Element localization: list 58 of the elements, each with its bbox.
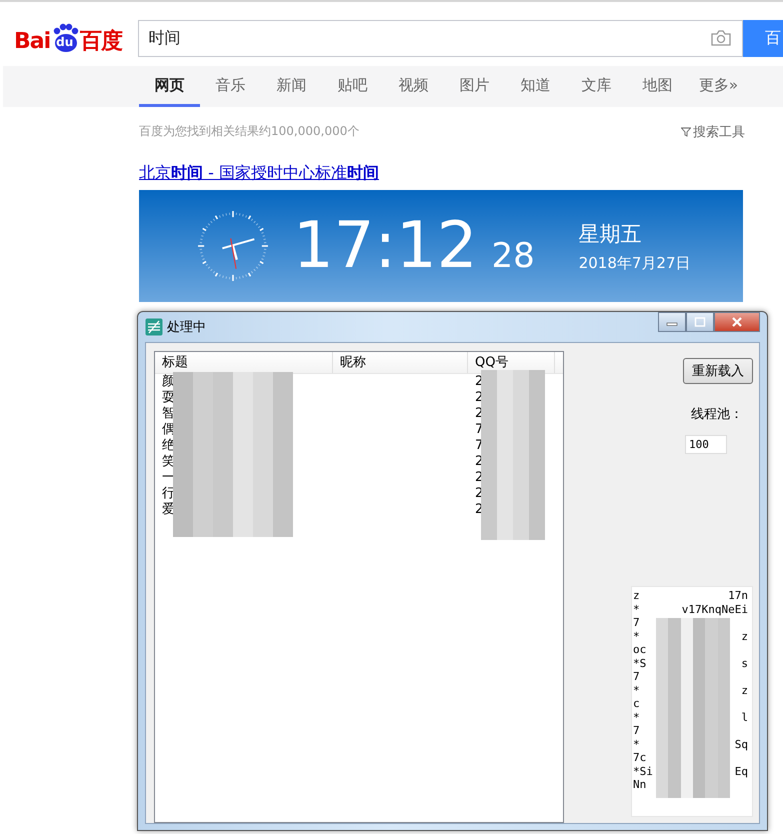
log-text: s bbox=[741, 656, 748, 670]
minimize-button[interactable] bbox=[658, 312, 686, 332]
log-text: 7 bbox=[633, 670, 640, 684]
table-cell: 爱 bbox=[162, 502, 175, 517]
log-text: v17KnqNeEi bbox=[682, 602, 748, 616]
log-text: z bbox=[741, 630, 748, 643]
window-title: 处理中 bbox=[167, 319, 206, 336]
log-text: z bbox=[633, 589, 640, 602]
log-text: 7c bbox=[633, 751, 646, 764]
log-text: z bbox=[741, 684, 748, 697]
nav-tab[interactable]: 网页 bbox=[139, 66, 200, 107]
log-text: * bbox=[633, 710, 640, 724]
nav-tab[interactable]: 地图 bbox=[627, 66, 688, 107]
clock-time: 17:12 bbox=[293, 214, 478, 278]
nav-tab[interactable]: 贴吧 bbox=[322, 66, 383, 107]
reload-button[interactable]: 重新载入 bbox=[683, 358, 753, 384]
app-icon bbox=[145, 318, 163, 336]
nav-tab[interactable]: 新闻 bbox=[261, 66, 322, 107]
log-text: c bbox=[633, 697, 640, 710]
search-field[interactable]: 时间 bbox=[138, 20, 743, 56]
date: 2018年7月27日 bbox=[578, 254, 691, 272]
nav-tab[interactable]: 音乐 bbox=[200, 66, 261, 107]
maximize-button[interactable] bbox=[686, 312, 714, 332]
log-text: *Si bbox=[633, 764, 653, 778]
weekday: 星期五 bbox=[578, 220, 643, 248]
log-text: * bbox=[633, 630, 640, 643]
log-text: 7 bbox=[633, 616, 640, 630]
nav-tab[interactable]: 知道 bbox=[505, 66, 566, 107]
nav-tab[interactable]: 视频 bbox=[383, 66, 444, 107]
table-cell: 行 bbox=[162, 486, 175, 501]
log-text: oc bbox=[633, 643, 646, 656]
result-title-link[interactable]: 北京时间 - 国家授时中心标准时间 bbox=[139, 163, 379, 184]
log-text: 17n bbox=[728, 589, 748, 602]
nav-tab[interactable]: 文库 bbox=[566, 66, 627, 107]
thread-pool-label: 线程池： bbox=[691, 406, 743, 423]
log-text: Nn bbox=[633, 778, 646, 792]
log-text: * bbox=[633, 602, 640, 616]
baidu-logo[interactable]: Bai du 百度 bbox=[14, 26, 138, 56]
result-count: 百度为您找到相关结果约100,000,000个 bbox=[139, 123, 360, 140]
close-icon bbox=[731, 317, 743, 327]
thread-pool-field[interactable]: 100 bbox=[685, 435, 727, 454]
maximize-icon bbox=[694, 317, 706, 327]
log-text: Eq bbox=[734, 764, 748, 778]
camera-icon[interactable] bbox=[710, 29, 732, 47]
log-text: * bbox=[633, 738, 640, 751]
log-text: 7 bbox=[633, 724, 640, 738]
log-text: * bbox=[633, 684, 640, 697]
log-text: Sq bbox=[734, 738, 748, 751]
log-text: l bbox=[741, 710, 748, 724]
close-button[interactable] bbox=[714, 312, 760, 332]
nav-tab[interactable]: 图片 bbox=[444, 66, 505, 107]
log-text: *S bbox=[633, 656, 646, 670]
filter-icon bbox=[681, 127, 691, 137]
search-button[interactable]: 百 bbox=[743, 20, 783, 56]
search-tools-link[interactable]: 搜索工具 bbox=[681, 123, 745, 141]
column-header[interactable]: 昵称 bbox=[333, 352, 468, 373]
clock-seconds: 28 bbox=[491, 236, 535, 276]
nav-tab[interactable]: 更多» bbox=[688, 66, 749, 107]
